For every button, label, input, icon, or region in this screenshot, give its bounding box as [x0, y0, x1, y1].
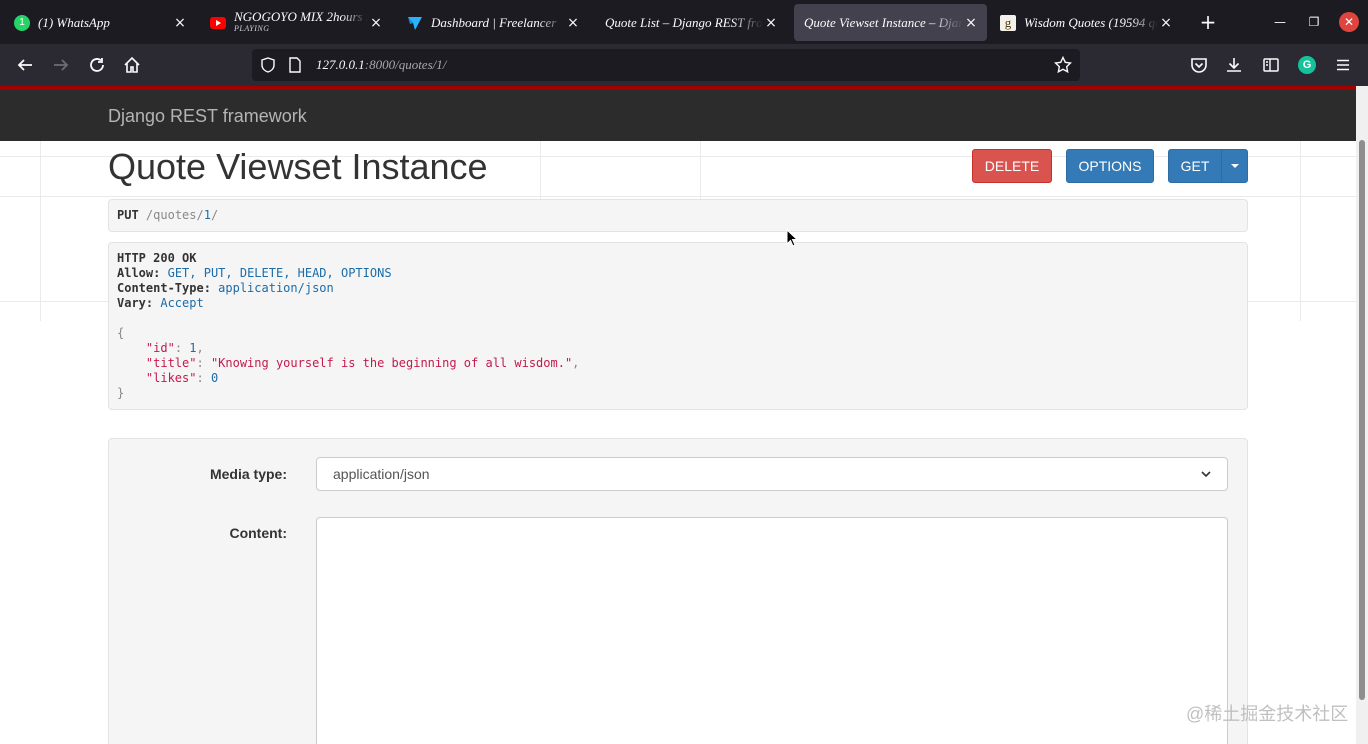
close-tab-icon[interactable]: × — [565, 15, 581, 31]
page-viewport: Django REST framework Quote Viewset Inst… — [0, 86, 1356, 744]
tab-quote-viewset-instance[interactable]: Quote Viewset Instance – Django REST fra… — [794, 4, 987, 41]
close-tab-icon[interactable]: × — [1158, 15, 1174, 31]
response-info: HTTP 200 OK Allow: GET, PUT, DELETE, HEA… — [108, 242, 1248, 410]
whatsapp-icon: 1 — [14, 14, 30, 31]
pocket-icon[interactable] — [1187, 53, 1211, 77]
tab-quote-list[interactable]: Quote List – Django REST framework × — [595, 4, 787, 41]
json-value: 0 — [210, 371, 219, 385]
json-key: "likes" — [145, 371, 197, 385]
close-tab-icon[interactable]: × — [368, 15, 384, 31]
minimize-icon[interactable]: — — [1270, 12, 1290, 32]
close-tab-icon[interactable]: × — [963, 15, 979, 31]
youtube-icon — [210, 16, 226, 29]
tab-whatsapp[interactable]: 1 (1) WhatsApp × — [4, 4, 196, 41]
back-arrow-icon[interactable] — [13, 53, 37, 77]
reader-view-icon[interactable] — [1259, 53, 1283, 77]
drf-navbar: Django REST framework — [0, 86, 1356, 141]
goodreads-icon: g — [1000, 14, 1016, 31]
tab-title: Dashboard | Freelancer — [431, 14, 557, 30]
reload-icon[interactable] — [85, 53, 109, 77]
tab-wisdom-quotes[interactable]: g Wisdom Quotes (19594 quotes) × — [990, 4, 1182, 41]
restore-icon[interactable]: ❐ — [1304, 12, 1324, 32]
media-type-label: Media type: — [209, 466, 287, 482]
shield-icon[interactable] — [260, 57, 276, 78]
response-status: HTTP 200 OK — [117, 251, 197, 265]
options-button[interactable]: OPTIONS — [1066, 149, 1154, 183]
drf-brand-link[interactable]: Django REST framework — [108, 106, 307, 127]
request-method: PUT — [117, 208, 139, 222]
tab-title: Quote List – Django REST framework — [605, 14, 763, 30]
delete-button[interactable]: DELETE — [972, 149, 1052, 183]
tab-freelancer[interactable]: Dashboard | Freelancer × — [397, 4, 589, 41]
bookmark-star-icon[interactable] — [1053, 55, 1073, 79]
json-key: "title" — [145, 356, 197, 370]
tab-playing-label: PLAYING — [234, 23, 270, 33]
tab-youtube[interactable]: NGOGOYO MIX 2hours 30 PLAYING × — [200, 4, 392, 41]
header-name: Allow: — [117, 266, 161, 280]
request-info: PUT /quotes/1/ — [108, 199, 1248, 232]
request-path-prefix: /quotes/ — [145, 208, 204, 222]
raw-data-form: Media type: application/json Content: — [108, 438, 1248, 744]
header-value: application/json — [218, 281, 334, 295]
window-close-icon[interactable]: ✕ — [1339, 12, 1359, 32]
downloads-icon[interactable] — [1222, 53, 1246, 77]
content-textarea[interactable] — [316, 517, 1228, 744]
page-info-icon[interactable] — [288, 57, 302, 78]
page-title: Quote Viewset Instance — [108, 146, 488, 187]
get-button[interactable]: GET — [1168, 149, 1222, 183]
freelancer-icon — [407, 15, 423, 31]
forward-arrow-icon[interactable] — [49, 53, 73, 77]
media-type-value: application/json — [333, 466, 430, 482]
browser-tab-strip: 1 (1) WhatsApp × NGOGOYO MIX 2hours 30 P… — [0, 0, 1368, 44]
url-text[interactable]: 127.0.0.1:8000/quotes/1/ — [316, 57, 446, 73]
content-label: Content: — [229, 525, 287, 541]
tab-title: Wisdom Quotes (19594 quotes) — [1024, 14, 1158, 30]
mouse-cursor-icon — [786, 228, 799, 252]
delete-button-label: DELETE — [984, 158, 1040, 174]
json-value: 1 — [189, 341, 197, 355]
tab-title: (1) WhatsApp — [38, 14, 110, 30]
media-type-select[interactable]: application/json — [316, 457, 1228, 491]
request-path-id: 1 — [203, 208, 211, 222]
close-tab-icon[interactable]: × — [172, 15, 188, 31]
grammarly-icon[interactable]: G — [1295, 53, 1319, 77]
header-value: Accept — [160, 296, 204, 310]
tab-title: NGOGOYO MIX 2hours 30 — [234, 10, 368, 23]
page-scrollbar[interactable] — [1356, 86, 1368, 744]
new-tab-plus-icon[interactable]: + — [1196, 10, 1220, 34]
close-tab-icon[interactable]: × — [763, 15, 779, 31]
header-name: Vary: — [117, 296, 154, 310]
address-bar[interactable]: 127.0.0.1:8000/quotes/1/ — [252, 49, 1080, 81]
watermark-text: @稀土掘金技术社区 — [1186, 704, 1349, 724]
hamburger-menu-icon[interactable] — [1331, 53, 1355, 77]
request-path-suffix: / — [210, 208, 219, 222]
header-name: Content-Type: — [117, 281, 211, 295]
browser-toolbar: 127.0.0.1:8000/quotes/1/ G — [0, 44, 1368, 86]
json-value: "Knowing yourself is the beginning of al… — [210, 356, 573, 370]
chevron-down-icon — [1201, 471, 1211, 478]
scrollbar-thumb[interactable] — [1359, 140, 1365, 700]
json-key: "id" — [145, 341, 175, 355]
get-format-dropdown-toggle[interactable] — [1221, 149, 1248, 183]
get-button-label: GET — [1180, 158, 1210, 174]
url-host: 127.0.0.1 — [316, 57, 365, 72]
tab-title: Quote Viewset Instance – Django REST fra… — [804, 14, 963, 30]
options-button-label: OPTIONS — [1078, 158, 1142, 174]
home-icon[interactable] — [120, 53, 144, 77]
caret-down-icon — [1230, 164, 1239, 168]
url-path: :8000/quotes/1/ — [364, 57, 447, 72]
header-value: GET, PUT, DELETE, HEAD, OPTIONS — [167, 266, 392, 280]
